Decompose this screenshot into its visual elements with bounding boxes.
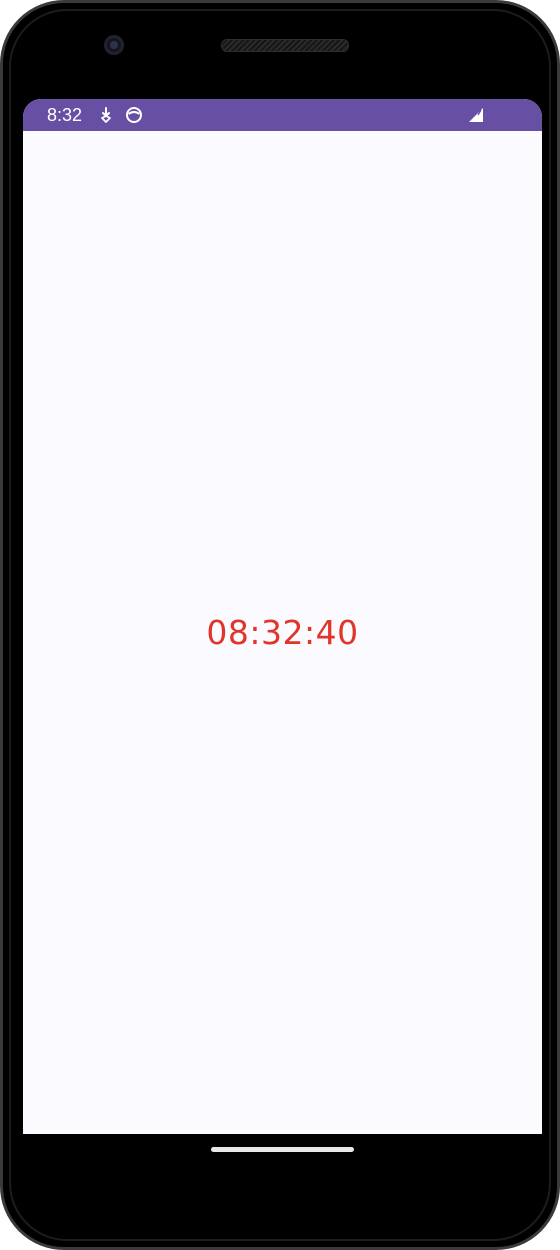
navigation-bar	[23, 1134, 542, 1194]
earpiece-speaker	[221, 39, 349, 52]
screen: 8:32 08:32:40	[23, 99, 542, 1134]
download-arrow-icon	[101, 107, 111, 123]
status-bar: 8:32	[23, 99, 542, 131]
clock-text: 08:32:40	[206, 613, 359, 652]
phone-frame: 8:32 08:32:40	[0, 0, 560, 1250]
status-time: 8:32	[47, 105, 83, 125]
signal-icon	[469, 108, 483, 122]
front-camera	[104, 35, 124, 55]
app-circle-icon	[126, 107, 142, 123]
main-content: 08:32:40	[23, 131, 542, 1134]
home-gesture-handle[interactable]	[211, 1147, 354, 1152]
